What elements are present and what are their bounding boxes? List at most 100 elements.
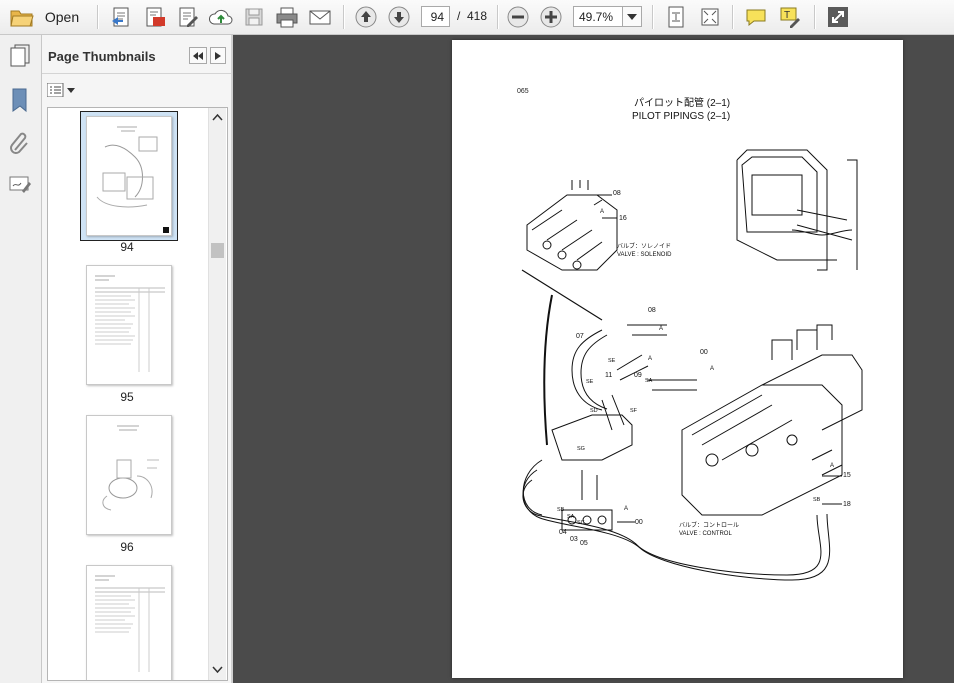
drawing-preview [96,126,169,233]
callout: SD [590,408,598,414]
callout: A [830,463,834,469]
title-english: PILOT PIPINGS (2–1) [632,111,730,122]
thumbnail-page-95[interactable] [86,265,172,385]
pages-panel-button[interactable] [8,43,32,69]
thumbnail-page-96[interactable] [86,415,172,535]
bookmark-icon [12,88,27,113]
thumbnail-label: 94 [120,240,134,254]
next-page-button[interactable] [386,4,412,30]
options-menu-button[interactable] [47,83,75,97]
callout: A [710,366,714,372]
highlight-button[interactable]: T [776,4,804,30]
panel-title: Page Thumbnails [48,49,156,64]
fit-width-button[interactable] [696,4,724,30]
callout: SB [813,497,821,503]
bookmarks-panel-button[interactable] [8,87,32,113]
control-label-japanese: バルブ：コントロール [679,521,739,529]
page-code: 065 [517,88,529,95]
title-japanese: パイロット配管 (2–1) [634,96,730,109]
edit-button[interactable] [174,4,202,30]
callout: 04 [559,529,567,536]
solenoid-valve-sketch [521,180,618,321]
paperclip-icon [10,132,28,154]
options-icon [47,83,64,97]
callout: 11 [605,372,612,379]
thumbnail-page-97[interactable] [86,565,172,680]
zoom-level-input[interactable]: 49.7% [573,6,623,27]
parts-list-preview [95,575,165,672]
callout: SA [567,514,575,520]
thumbnail-list[interactable]: 94 95 96 [47,107,228,681]
callout: SE [586,379,594,385]
callout: 15 [843,472,851,479]
open-button[interactable]: Open [6,4,82,30]
callout: 07 [576,333,584,340]
excavator-sketch [736,149,858,271]
minus-icon [507,6,529,28]
callout: A [624,506,628,512]
signature-icon [9,176,31,193]
thumbnail-label: 95 [120,390,134,404]
full-screen-icon [828,7,848,27]
previous-page-button[interactable] [353,4,379,30]
navigation-rail [0,35,42,683]
callout: A [659,326,663,332]
thumbnail-label: 96 [120,540,134,554]
page-separator: / [457,9,461,23]
scrollbar-thumb[interactable] [211,243,224,258]
callout: SA [645,378,653,384]
create-pdf-icon [112,7,129,27]
page-number-input[interactable]: 94 [421,6,450,27]
signatures-panel-button[interactable] [8,173,32,197]
folder-icon [10,10,34,27]
full-screen-button[interactable] [824,4,852,30]
attachments-panel-button[interactable] [8,130,32,156]
open-label: Open [44,9,80,25]
parts-list-preview [95,275,165,372]
zoom-out-button[interactable] [505,4,531,30]
fit-page-icon [668,6,684,28]
pilot-pipes [522,324,831,581]
callout: 08 [613,190,621,197]
double-chevron-left-icon [193,51,203,60]
print-button[interactable] [273,4,301,30]
edit-document-icon [179,7,198,27]
panel-menu-arrow-button[interactable] [210,47,226,64]
callout: 16 [619,215,627,222]
callout: 09 [634,372,642,379]
callout: SG [577,446,585,452]
callout: SC [577,520,585,526]
zoom-dropdown-button[interactable] [622,6,642,27]
cloud-upload-icon [208,9,233,25]
chevron-down-icon [627,13,637,20]
solenoid-label-english: VALVE : SOLENOID [617,252,672,258]
collapse-panel-button[interactable] [189,47,207,64]
drawing-preview [102,425,159,511]
email-icon [309,10,331,25]
callout: SB [557,507,565,513]
svg-text:T: T [784,10,790,21]
thumbnail-page-94[interactable] [86,116,172,236]
thumbnail-scrollbar[interactable] [208,108,226,680]
comment-button[interactable] [742,4,770,30]
callout: 05 [580,540,588,547]
zoom-in-button[interactable] [538,4,564,30]
upload-button[interactable] [207,4,235,30]
fit-page-button[interactable] [662,4,690,30]
callout: 08 [648,307,656,314]
save-icon [245,8,263,26]
arrow-down-icon [388,6,410,28]
scroll-down-icon[interactable] [209,664,226,676]
email-button[interactable] [306,4,334,30]
create-button[interactable] [108,4,136,30]
print-icon [276,7,298,28]
pilot-piping-diagram: 065 パイロット配管 (2–1) PILOT PIPINGS (2–1) 08… [517,88,863,581]
callout: 00 [700,349,708,356]
scroll-up-icon[interactable] [209,112,226,124]
export-pdf-button[interactable] [141,4,169,30]
expand-icon [701,8,719,26]
callout: A [648,356,652,362]
save-button[interactable] [240,4,268,30]
callout: 03 [570,536,578,543]
pdf-icon [146,7,165,27]
